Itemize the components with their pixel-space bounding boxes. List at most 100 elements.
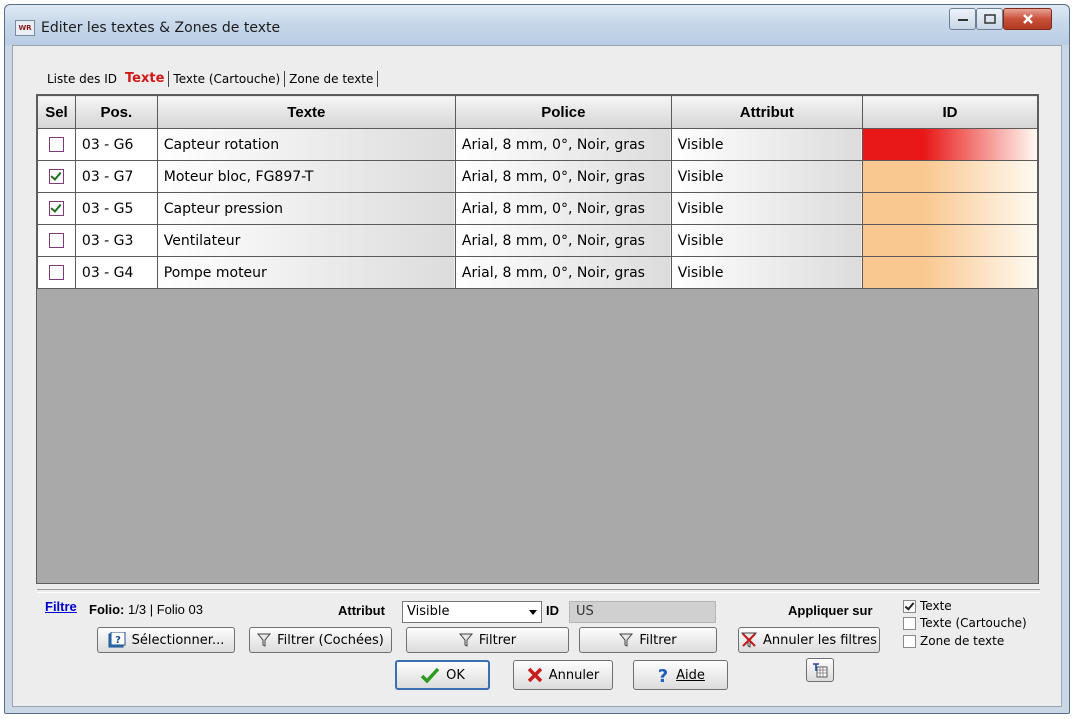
table-row[interactable]: 03 - G3 Ventilateur Arial, 8 mm, 0°, Noir,… — [37, 224, 1039, 257]
texte-cell[interactable]: Ventilateur — [156, 224, 456, 257]
funnel-icon — [458, 633, 473, 647]
maximize-icon — [983, 14, 996, 24]
annuler-button[interactable]: Annuler — [513, 660, 613, 690]
id-color-cell[interactable] — [861, 192, 1039, 225]
row-checkbox[interactable] — [48, 233, 64, 248]
row-checkbox[interactable] — [48, 265, 64, 280]
id-input[interactable]: US — [569, 601, 716, 623]
close-button[interactable] — [1003, 8, 1052, 30]
minimize-button[interactable] — [949, 8, 976, 30]
id-color-cell[interactable] — [861, 128, 1039, 161]
pos-cell[interactable]: 03 - G7 — [74, 160, 158, 193]
folio-separator: | — [149, 602, 154, 617]
filtre-link[interactable]: Filtre — [45, 599, 77, 614]
attribut-cell[interactable]: Visible — [670, 256, 863, 289]
window-title: Editer les textes & Zones de texte — [41, 20, 281, 36]
row-select-cell[interactable] — [37, 128, 76, 161]
tab-liste-des-id[interactable]: Liste des ID — [43, 70, 121, 88]
dialog-client-area: Liste des ID Texte Texte (Cartouche) Zon… — [12, 45, 1062, 707]
id-color-cell[interactable] — [861, 256, 1039, 289]
separator — [37, 589, 1040, 593]
police-cell[interactable]: Arial, 8 mm, 0°, Noir, gras — [454, 224, 672, 257]
table-row[interactable]: 03 - G4 Pompe moteur Arial, 8 mm, 0°, Noir… — [37, 256, 1039, 289]
annuler-filtres-button[interactable]: Annuler les filtres — [738, 627, 880, 653]
select-help-icon: ? — [108, 632, 126, 648]
maximize-button[interactable] — [976, 8, 1003, 30]
police-cell[interactable]: Arial, 8 mm, 0°, Noir, gras — [454, 128, 672, 161]
checkmark-icon — [420, 667, 440, 683]
texte-cell[interactable]: Capteur rotation — [156, 128, 456, 161]
col-header-attribut[interactable]: Attribut — [670, 95, 863, 129]
selectionner-button[interactable]: ? Sélectionner... — [97, 627, 235, 653]
column-settings-button[interactable] — [806, 658, 834, 682]
question-icon: ? — [656, 666, 670, 684]
annuler-filtres-label: Annuler les filtres — [763, 632, 877, 648]
col-header-police[interactable]: Police — [454, 95, 672, 129]
apply-texte-checkbox[interactable]: Texte — [903, 599, 952, 613]
row-select-cell[interactable] — [37, 256, 76, 289]
ok-button[interactable]: OK — [395, 660, 490, 690]
checkbox-zone[interactable] — [903, 634, 916, 648]
attribut-label: Attribut — [338, 603, 385, 618]
row-select-cell[interactable] — [37, 224, 76, 257]
tab-zone-de-texte[interactable]: Zone de texte — [285, 70, 377, 88]
tab-texte[interactable]: Texte — [121, 70, 168, 88]
tab-texte-cartouche[interactable]: Texte (Cartouche) — [169, 70, 284, 88]
cross-icon — [527, 667, 543, 683]
id-color-swatch — [863, 257, 1037, 288]
pos-cell[interactable]: 03 - G6 — [74, 128, 158, 161]
folio-label: Folio: — [89, 602, 125, 617]
table-header-row: Sel Pos. Texte Police Attribut ID — [37, 95, 1039, 129]
pos-cell[interactable]: 03 - G3 — [74, 224, 158, 257]
checkbox-cartouche[interactable] — [903, 616, 916, 630]
aide-button[interactable]: ? Aide — [633, 660, 728, 690]
attribut-select-value: Visible — [407, 604, 450, 619]
col-header-texte[interactable]: Texte — [156, 95, 456, 129]
appliquer-sur-label: Appliquer sur — [788, 603, 873, 618]
row-checkbox[interactable] — [48, 169, 64, 184]
tab-bar: Liste des ID Texte Texte (Cartouche) Zon… — [43, 68, 379, 90]
attribut-cell[interactable]: Visible — [670, 224, 863, 257]
texte-cell[interactable]: Capteur pression — [156, 192, 456, 225]
attribut-cell[interactable]: Visible — [670, 128, 863, 161]
row-select-cell[interactable] — [37, 160, 76, 193]
pos-cell[interactable]: 03 - G4 — [74, 256, 158, 289]
row-checkbox[interactable] — [48, 137, 64, 152]
filtrer-id-label: Filtrer — [639, 632, 677, 648]
id-color-cell[interactable] — [861, 160, 1039, 193]
svg-text:?: ? — [658, 666, 668, 684]
table-row[interactable]: 03 - G6 Capteur rotation Arial, 8 mm, 0°, … — [37, 128, 1039, 161]
texte-cell[interactable]: Moteur bloc, FG897-T — [156, 160, 456, 193]
police-cell[interactable]: Arial, 8 mm, 0°, Noir, gras — [454, 256, 672, 289]
row-select-cell[interactable] — [37, 192, 76, 225]
filtrer-cochees-button[interactable]: Filtrer (Cochées) — [249, 627, 392, 653]
attribut-cell[interactable]: Visible — [670, 160, 863, 193]
filtrer-attribut-button[interactable]: Filtrer — [406, 627, 569, 653]
funnel-icon — [619, 633, 634, 647]
apply-cartouche-checkbox[interactable]: Texte (Cartouche) — [903, 616, 1027, 630]
funnel-cancel-icon — [741, 632, 758, 648]
col-header-sel[interactable]: Sel — [37, 95, 76, 129]
texte-cell[interactable]: Pompe moteur — [156, 256, 456, 289]
pos-cell[interactable]: 03 - G5 — [74, 192, 158, 225]
checkbox-texte[interactable] — [903, 599, 916, 613]
texts-grid[interactable]: Sel Pos. Texte Police Attribut ID 03 - G… — [36, 94, 1039, 584]
attribut-select[interactable]: Visible — [402, 601, 542, 623]
dialog-window: WR Editer les textes & Zones de texte Li… — [4, 4, 1070, 714]
table-row[interactable]: 03 - G5 Capteur pression Arial, 8 mm, 0°, … — [37, 192, 1039, 225]
filtrer-id-button[interactable]: Filtrer — [579, 627, 717, 653]
police-cell[interactable]: Arial, 8 mm, 0°, Noir, gras — [454, 160, 672, 193]
close-icon — [1022, 14, 1033, 24]
attribut-cell[interactable]: Visible — [670, 192, 863, 225]
row-checkbox[interactable] — [48, 201, 64, 216]
apply-zone-checkbox[interactable]: Zone de texte — [903, 634, 1004, 648]
chevron-down-icon[interactable] — [529, 610, 537, 615]
police-cell[interactable]: Arial, 8 mm, 0°, Noir, gras — [454, 192, 672, 225]
apply-zone-label: Zone de texte — [920, 634, 1005, 648]
id-color-cell[interactable] — [861, 224, 1039, 257]
app-logo-icon[interactable]: WR — [15, 20, 35, 36]
title-bar[interactable]: WR Editer les textes & Zones de texte — [5, 5, 1069, 45]
col-header-pos[interactable]: Pos. — [74, 95, 158, 129]
col-header-id[interactable]: ID — [861, 95, 1039, 129]
table-row[interactable]: 03 - G7 Moteur bloc, FG897-T Arial, 8 mm, … — [37, 160, 1039, 193]
